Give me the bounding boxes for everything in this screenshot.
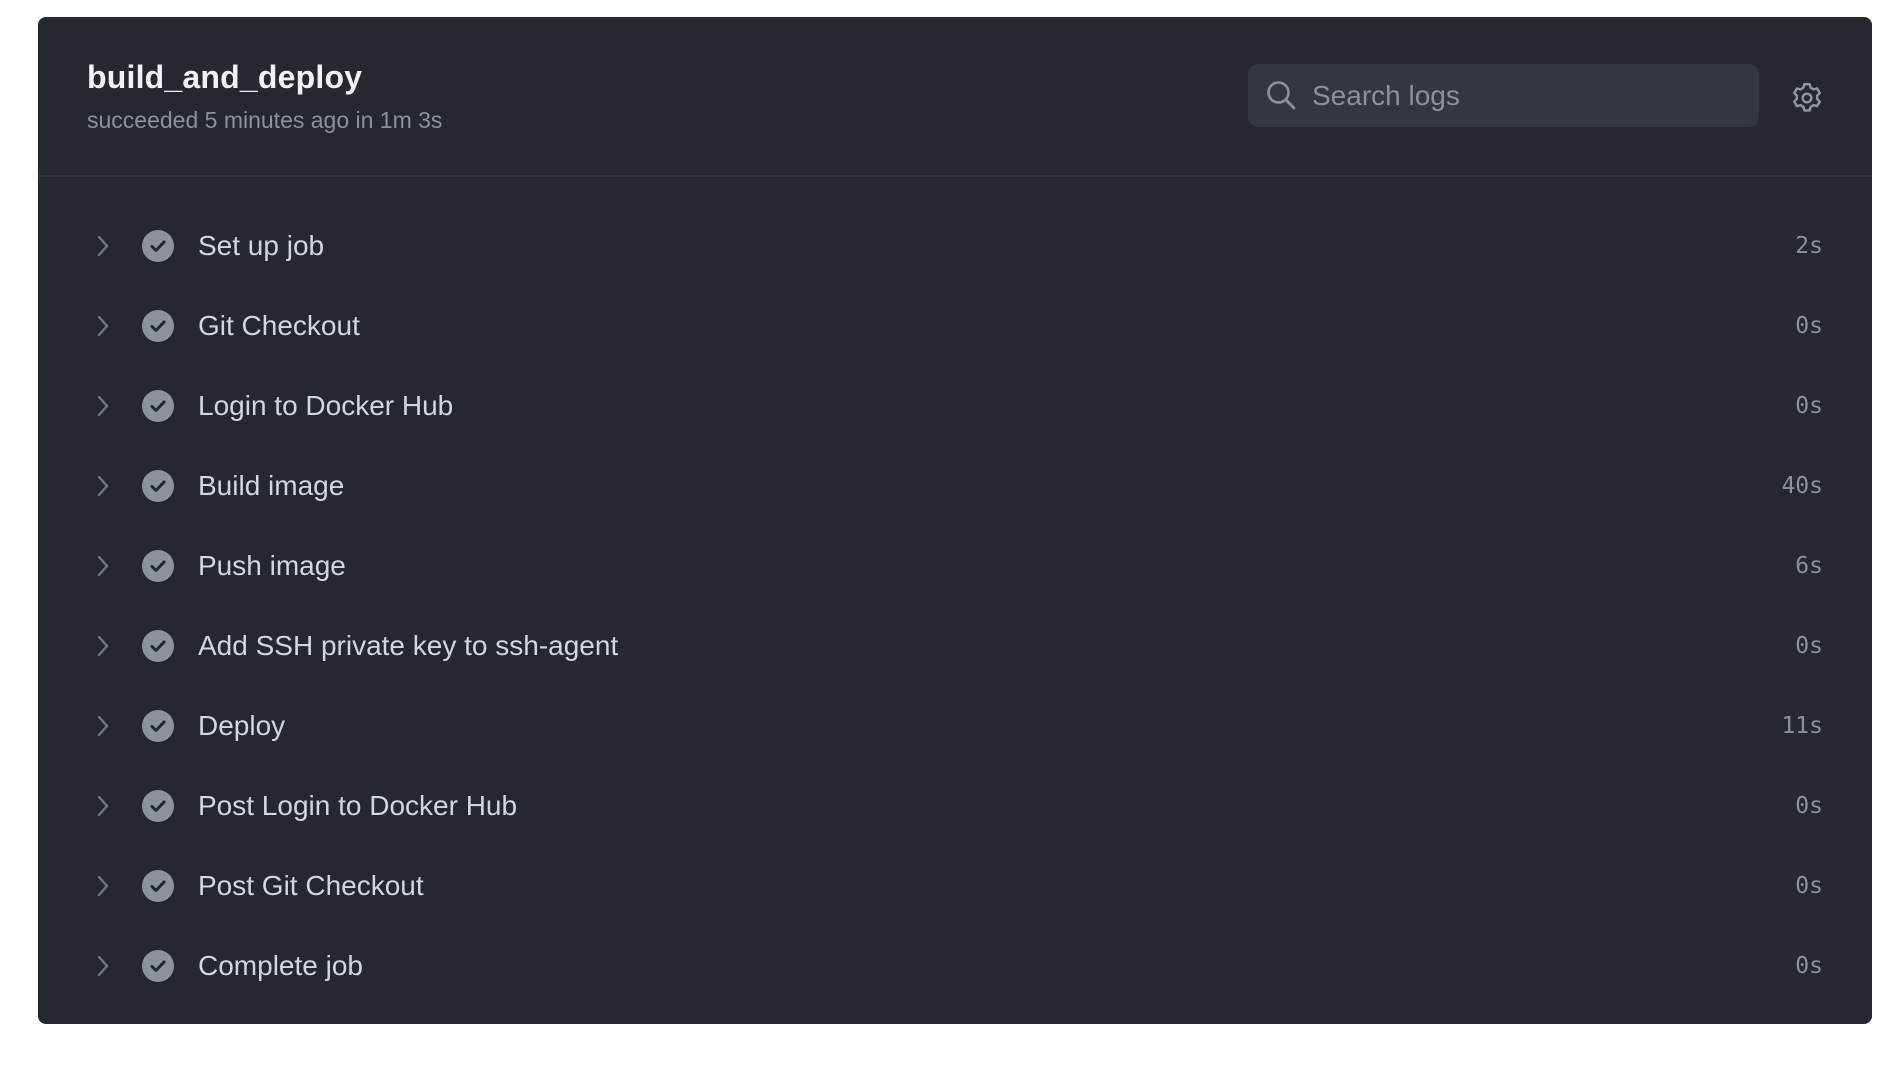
chevron-right-icon[interactable] (95, 714, 111, 738)
chevron-right-icon[interactable] (95, 234, 111, 258)
gear-icon[interactable] (1790, 81, 1824, 115)
search-icon (1267, 81, 1296, 110)
chevron-right-icon[interactable] (95, 634, 111, 658)
step-row[interactable]: Post Login to Docker Hub 0s (38, 766, 1872, 846)
step-duration: 0s (1795, 873, 1823, 899)
step-row[interactable]: Push image 6s (38, 526, 1872, 606)
step-duration: 2s (1795, 233, 1823, 259)
step-duration: 0s (1795, 633, 1823, 659)
step-label: Deploy (198, 710, 286, 741)
step-row[interactable]: Deploy 11s (38, 686, 1872, 766)
step-duration: 0s (1795, 953, 1823, 979)
check-circle-icon (142, 630, 174, 662)
step-label: Build image (198, 470, 345, 501)
check-circle-icon (142, 310, 174, 342)
check-circle-icon (142, 470, 174, 502)
step-row[interactable]: Build image 40s (38, 446, 1872, 526)
job-header: build_and_deploy succeeded 5 minutes ago… (38, 17, 1872, 177)
chevron-right-icon[interactable] (95, 394, 111, 418)
job-log-panel: build_and_deploy succeeded 5 minutes ago… (38, 17, 1872, 1024)
chevron-right-icon[interactable] (95, 874, 111, 898)
step-duration: 40s (1781, 473, 1823, 499)
chevron-right-icon[interactable] (95, 474, 111, 498)
check-circle-icon (142, 870, 174, 902)
step-duration: 6s (1795, 553, 1823, 579)
step-label: Post Git Checkout (198, 870, 424, 901)
job-title: build_and_deploy (87, 59, 363, 95)
step-row[interactable]: Post Git Checkout 0s (38, 846, 1872, 926)
search-logs-input[interactable] (1312, 64, 1742, 127)
chevron-right-icon[interactable] (95, 794, 111, 818)
search-logs-box[interactable] (1248, 64, 1759, 127)
step-duration: 0s (1795, 313, 1823, 339)
step-row[interactable]: Set up job 2s (38, 206, 1872, 286)
chevron-right-icon[interactable] (95, 954, 111, 978)
check-circle-icon (142, 390, 174, 422)
step-label: Push image (198, 550, 346, 581)
step-duration: 11s (1781, 713, 1823, 739)
step-row[interactable]: Complete job 0s (38, 926, 1872, 1006)
step-label: Git Checkout (198, 310, 360, 341)
check-circle-icon (142, 710, 174, 742)
step-label: Add SSH private key to ssh-agent (198, 630, 619, 661)
check-circle-icon (142, 230, 174, 262)
chevron-right-icon[interactable] (95, 554, 111, 578)
check-circle-icon (142, 950, 174, 982)
step-label: Set up job (198, 230, 325, 261)
step-duration: 0s (1795, 793, 1823, 819)
step-row[interactable]: Login to Docker Hub 0s (38, 366, 1872, 446)
step-label: Complete job (198, 950, 363, 981)
step-row[interactable]: Git Checkout 0s (38, 286, 1872, 366)
step-row[interactable]: Add SSH private key to ssh-agent 0s (38, 606, 1872, 686)
check-circle-icon (142, 550, 174, 582)
check-circle-icon (142, 790, 174, 822)
step-label: Post Login to Docker Hub (198, 790, 518, 821)
step-label: Login to Docker Hub (198, 390, 454, 421)
job-status-line: succeeded 5 minutes ago in 1m 3s (87, 107, 443, 133)
chevron-right-icon[interactable] (95, 314, 111, 338)
step-duration: 0s (1795, 393, 1823, 419)
